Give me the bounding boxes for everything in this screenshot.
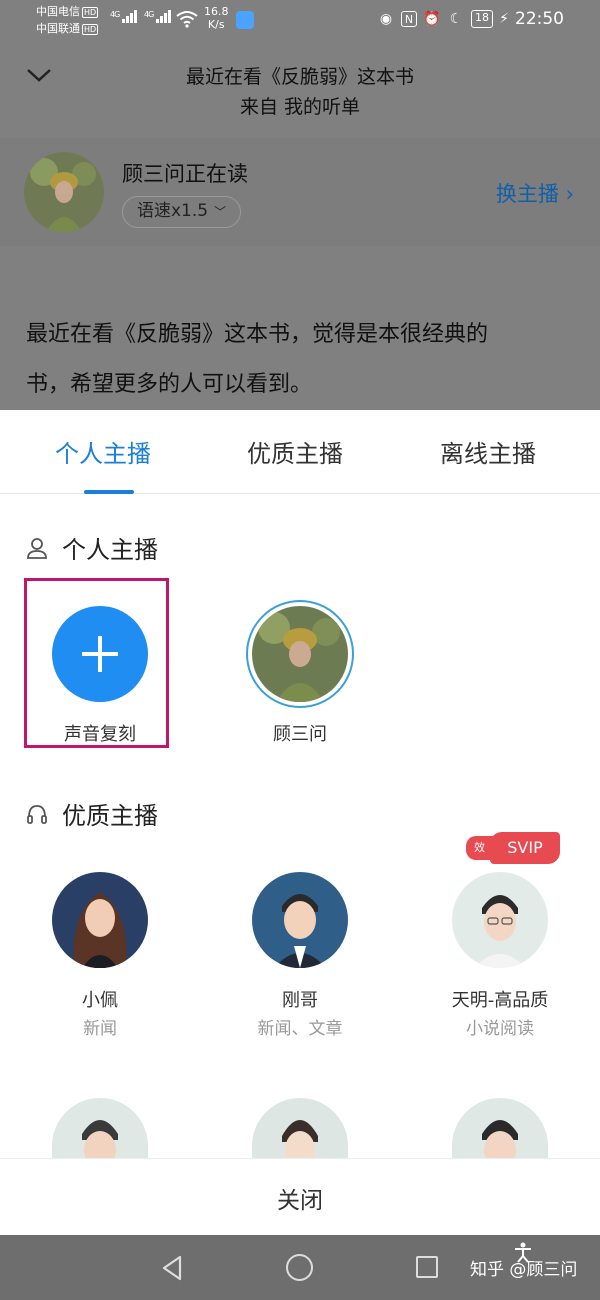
anchor-avatar[interactable] [452, 1098, 548, 1158]
carrier-1: 中国电信 HD [36, 5, 99, 18]
tab-bar: 个人主播 优质主播 离线主播 [0, 410, 600, 494]
content-text: 最近在看《反脆弱》这本书，觉得是本很经典的 书，希望更多的人可以看到。 [26, 322, 489, 397]
current-reader-bar: 顾三问正在读 语速x1.5 ﹀ 换主播 › [0, 138, 600, 246]
signal-icon: 4G [110, 10, 138, 23]
app-notification-icon [236, 11, 254, 29]
clock: 22:50 [515, 9, 564, 29]
watermark: 知乎 @顾三问 [470, 1260, 578, 1280]
nfc-icon: N [401, 11, 417, 27]
home-circle-icon[interactable] [286, 1254, 313, 1281]
anchor-name: 天明-高品质 [451, 990, 549, 1011]
reader-avatar [24, 152, 104, 232]
reader-name: 顾三问正在读 [122, 162, 248, 186]
anchor-avatar[interactable] [52, 1098, 148, 1158]
back-triangle-icon[interactable] [160, 1255, 186, 1281]
signal-icon-2: 4G [144, 10, 172, 23]
moon-icon: ☾ [449, 11, 463, 27]
voice-clone-button[interactable] [52, 606, 148, 702]
anchor-name: 刚哥 [282, 990, 318, 1011]
chevron-down-icon: ﹀ [214, 205, 227, 219]
tab-indicator [84, 490, 134, 494]
section-title-premium: 优质主播 [26, 796, 158, 831]
system-nav-bar: 知乎 @顾三问 [0, 1235, 600, 1300]
anchor-avatar-gangge[interactable] [252, 872, 348, 968]
my-anchor-avatar[interactable] [252, 606, 348, 702]
alarm-icon: ⏰ [423, 11, 441, 27]
close-bar: 关闭 [0, 1158, 600, 1235]
header: 最近在看《反脆弱》这本书 来自 我的听单 [0, 44, 600, 136]
tab-premium[interactable]: 优质主播 [247, 434, 343, 469]
recent-apps-icon[interactable] [416, 1256, 438, 1278]
page-title: 最近在看《反脆弱》这本书 来自 我的听单 [185, 66, 414, 118]
battery-indicator: 18 [471, 10, 493, 28]
voice-clone-label: 声音复刻 [64, 724, 136, 745]
anchor-sheet: 个人主播 优质主播 离线主播 个人主播 声音复刻 顾三问 优质主播 小佩 新闻 … [0, 410, 600, 1235]
anchor-category: 新闻、文章 [257, 1019, 343, 1039]
svip-badge: SVIP [490, 832, 560, 864]
anchor-category: 新闻 [83, 1019, 117, 1039]
charging-icon: ⚡ [499, 11, 509, 27]
anchor-avatar[interactable] [252, 1098, 348, 1158]
status-bar: 中国电信 HD 中国联通 HD 4G 4G 16.8 K/s ◉ N ⏰ ☾ 18 … [0, 0, 600, 44]
section-title-personal: 个人主播 [26, 530, 158, 565]
tab-personal[interactable]: 个人主播 [55, 434, 151, 469]
net-speed: 16.8 K/s [204, 5, 229, 31]
wifi-icon [176, 11, 198, 28]
tab-offline[interactable]: 离线主播 [440, 434, 536, 469]
status-right: ◉ N ⏰ ☾ 18 ⚡ 22:50 [377, 9, 564, 29]
carrier-2: 中国联通 HD [36, 22, 99, 35]
close-button[interactable]: 关闭 [0, 1181, 600, 1215]
chevron-right-icon: › [558, 182, 574, 206]
speed-selector[interactable]: 语速x1.5 ﹀ [122, 196, 242, 228]
anchor-avatar-xiaopei[interactable] [52, 872, 148, 968]
person-icon [27, 537, 47, 559]
my-anchor-name: 顾三问 [273, 724, 327, 745]
headphones-icon [27, 804, 47, 824]
eye-icon: ◉ [379, 11, 393, 27]
anchor-category: 小说阅读 [466, 1019, 534, 1039]
anchor-name: 小佩 [82, 990, 118, 1011]
anchor-avatar-tianming[interactable] [452, 872, 548, 968]
switch-anchor-button[interactable]: 换主播 › [496, 178, 574, 208]
